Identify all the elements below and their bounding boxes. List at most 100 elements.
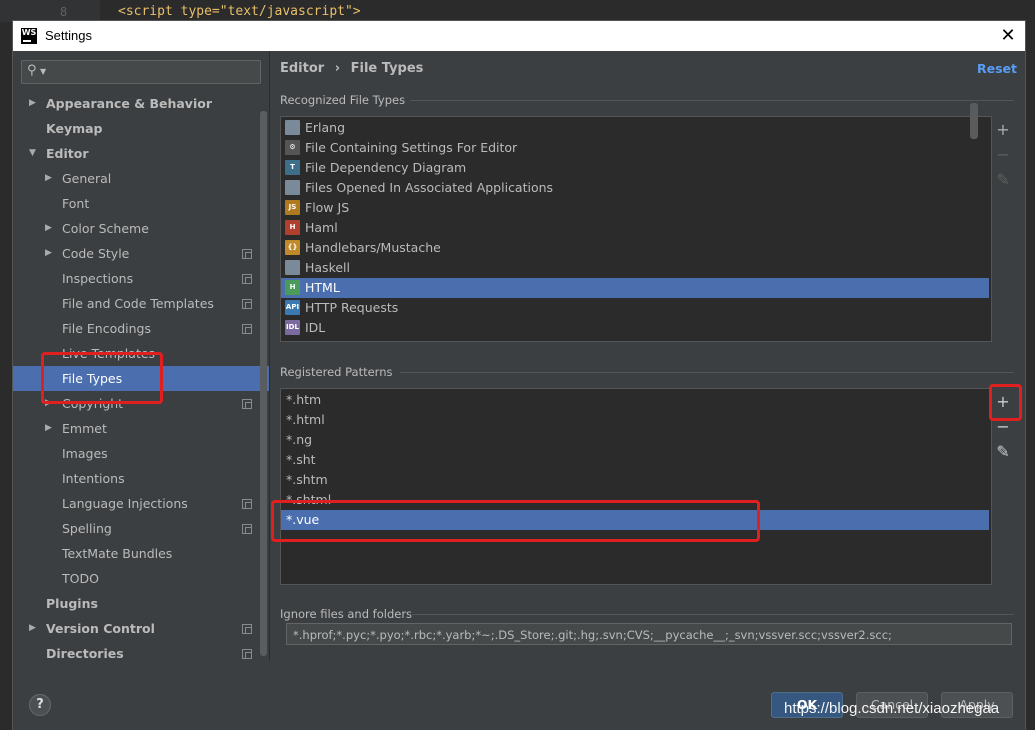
file-type-row[interactable]: H Haml: [281, 218, 989, 238]
remove-file-type-button[interactable]: −: [992, 144, 1014, 166]
search-input[interactable]: [52, 63, 256, 81]
sidebar-item-plugins[interactable]: Plugins: [13, 591, 269, 616]
chevron-right-icon[interactable]: ▶: [45, 166, 52, 191]
chevron-down-icon[interactable]: ▼: [29, 141, 36, 166]
sidebar-item-intentions[interactable]: Intentions: [13, 466, 269, 491]
handlebars-icon: {}: [285, 240, 300, 255]
http-requests-icon: API: [285, 300, 300, 315]
sidebar-item-images[interactable]: Images: [13, 441, 269, 466]
sidebar-item-textmate-bundles[interactable]: TextMate Bundles: [13, 541, 269, 566]
sidebar-item-label: General: [62, 171, 112, 186]
file-type-row[interactable]: JS Flow JS: [281, 198, 989, 218]
ignore-files-input[interactable]: *.hprof;*.pyc;*.pyo;*.rbc;*.yarb;*~;.DS_…: [286, 623, 1012, 645]
sidebar-item-file-types[interactable]: File Types: [13, 366, 269, 391]
sidebar-item-appearance-behavior[interactable]: ▶ Appearance & Behavior: [13, 91, 269, 116]
pattern-row[interactable]: *.vue: [281, 510, 989, 530]
sidebar-item-font[interactable]: Font: [13, 191, 269, 216]
chevron-right-icon[interactable]: ▶: [29, 91, 36, 116]
title-bar: WS Settings ✕: [13, 21, 1025, 51]
file-type-row[interactable]: ⚙ File Containing Settings For Editor: [281, 138, 989, 158]
chevron-right-icon[interactable]: ▶: [45, 216, 52, 241]
webstorm-logo-icon: WS: [21, 28, 37, 44]
sidebar-item-directories[interactable]: Directories: [13, 641, 269, 660]
sidebar-item-todo[interactable]: TODO: [13, 566, 269, 591]
project-scope-icon: [242, 524, 252, 534]
chevron-right-icon[interactable]: ▶: [45, 241, 52, 266]
chevron-right-icon[interactable]: ▶: [45, 391, 52, 416]
sidebar-item-file-and-code-templates[interactable]: File and Code Templates: [13, 291, 269, 316]
file-type-row[interactable]: API HTTP Requests: [281, 298, 989, 318]
pattern-text: *.ng: [286, 432, 313, 447]
edit-pattern-button[interactable]: ✎: [992, 441, 1014, 463]
file-type-name: Haml: [305, 220, 338, 235]
sidebar-scrollbar[interactable]: [260, 111, 267, 656]
pattern-row[interactable]: *.htm: [281, 390, 989, 410]
file-type-name: File Containing Settings For Editor: [305, 140, 518, 155]
line-number: 8: [60, 5, 68, 19]
code-line: <script type="text/javascript">: [118, 4, 361, 19]
breadcrumb: Editor › File Types: [280, 61, 423, 76]
breadcrumb-file-types: File Types: [350, 61, 424, 76]
pattern-row[interactable]: *.shtml: [281, 490, 989, 510]
sidebar-item-general[interactable]: ▶ General: [13, 166, 269, 191]
sidebar-item-file-encodings[interactable]: File Encodings: [13, 316, 269, 341]
recognized-file-types-list[interactable]: Erlang ⚙ File Containing Settings For Edit…: [280, 116, 992, 342]
add-pattern-button[interactable]: +: [992, 391, 1014, 413]
section-divider: [412, 614, 1014, 615]
file-type-row[interactable]: IDL IDL: [281, 318, 989, 338]
search-icon: ⚲: [27, 63, 37, 78]
file-type-name: HTTP Requests: [305, 300, 399, 315]
file-type-name: Flow JS: [305, 200, 350, 215]
file-type-row[interactable]: T File Dependency Diagram: [281, 158, 989, 178]
add-file-type-button[interactable]: +: [992, 119, 1014, 141]
sidebar-item-spelling[interactable]: Spelling: [13, 516, 269, 541]
project-scope-icon: [242, 499, 252, 509]
sidebar-item-label: Code Style: [62, 246, 130, 261]
file-type-row[interactable]: H HTML: [281, 278, 989, 298]
file-type-row[interactable]: {} Handlebars/Mustache: [281, 238, 989, 258]
remove-pattern-button[interactable]: −: [992, 416, 1014, 438]
sidebar-item-label: Images: [62, 446, 108, 461]
html-icon: H: [285, 280, 300, 295]
sidebar-item-live-templates[interactable]: Live Templates: [13, 341, 269, 366]
pattern-text: *.vue: [286, 512, 320, 527]
sidebar-item-label: Copyright: [62, 396, 124, 411]
pattern-row[interactable]: *.ng: [281, 430, 989, 450]
file-type-row[interactable]: Files Opened In Associated Applications: [281, 178, 989, 198]
pattern-row[interactable]: *.sht: [281, 450, 989, 470]
chevron-down-icon[interactable]: ▼: [40, 67, 46, 76]
sidebar-item-code-style[interactable]: ▶ Code Style: [13, 241, 269, 266]
project-scope-icon: [242, 299, 252, 309]
sidebar-item-version-control[interactable]: ▶ Version Control: [13, 616, 269, 641]
settings-search[interactable]: ⚲ ▼: [21, 60, 261, 84]
file-type-row[interactable]: Erlang: [281, 118, 989, 138]
sidebar-item-color-scheme[interactable]: ▶ Color Scheme: [13, 216, 269, 241]
edit-file-type-button[interactable]: ✎: [992, 169, 1014, 191]
patterns-toolbar: + − ✎: [992, 389, 1014, 479]
reset-link[interactable]: Reset: [977, 61, 1017, 76]
recognized-section-title: Recognized File Types: [280, 93, 406, 107]
diagram-icon: T: [285, 160, 300, 175]
file-types-scrollbar[interactable]: [970, 103, 978, 139]
sidebar-item-keymap[interactable]: Keymap: [13, 116, 269, 141]
sidebar-item-label: Font: [62, 196, 90, 211]
sidebar-item-copyright[interactable]: ▶ Copyright: [13, 391, 269, 416]
file-type-name: HTML: [305, 280, 340, 295]
sidebar-item-editor[interactable]: ▼ Editor: [13, 141, 269, 166]
close-button[interactable]: ✕: [997, 25, 1019, 47]
file-type-row[interactable]: Haskell: [281, 258, 989, 278]
pattern-text: *.shtm: [286, 472, 328, 487]
pattern-row[interactable]: *.html: [281, 410, 989, 430]
sidebar-item-language-injections[interactable]: Language Injections: [13, 491, 269, 516]
sidebar-item-label: Directories: [46, 646, 124, 660]
sidebar-item-label: Keymap: [46, 121, 103, 136]
file-type-name: IDL: [305, 320, 326, 335]
pattern-row[interactable]: *.shtm: [281, 470, 989, 490]
chevron-right-icon[interactable]: ▶: [45, 416, 52, 441]
help-button[interactable]: ?: [29, 694, 51, 716]
settings-sidebar: ⚲ ▼ ▶ Appearance & Behavior Keymap ▼ Editor ▶…: [13, 51, 270, 660]
registered-patterns-list[interactable]: *.htm *.html *.ng *.sht *.shtm *.shtml *.vue: [280, 388, 992, 585]
sidebar-item-emmet[interactable]: ▶ Emmet: [13, 416, 269, 441]
chevron-right-icon[interactable]: ▶: [29, 616, 36, 641]
sidebar-item-inspections[interactable]: Inspections: [13, 266, 269, 291]
